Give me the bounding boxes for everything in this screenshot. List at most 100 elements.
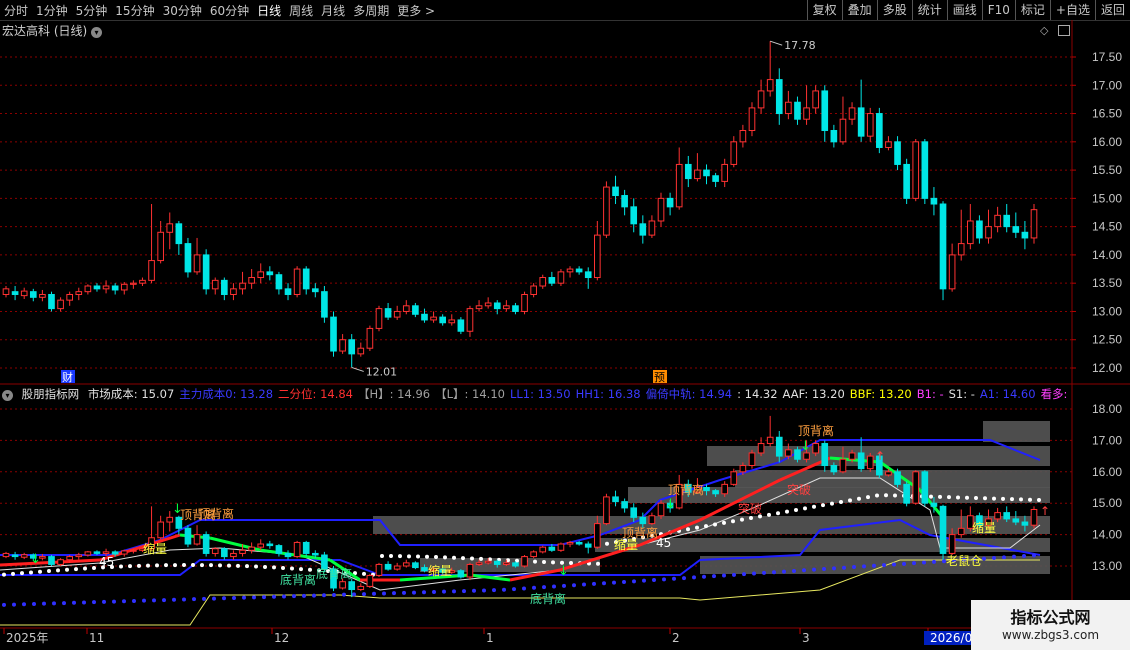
main-cost-dot xyxy=(732,572,736,577)
median-dot xyxy=(299,567,303,572)
main-cost-dot xyxy=(212,596,216,601)
median-dot xyxy=(857,496,861,501)
median-dot xyxy=(92,565,96,570)
mini-candle-body xyxy=(557,543,565,551)
mini-candle-body xyxy=(384,563,392,570)
mini-candle-body xyxy=(575,541,583,545)
candle-body xyxy=(684,163,692,180)
candle-body xyxy=(803,107,810,120)
median-dot xyxy=(146,563,150,568)
mini-candle-body xyxy=(839,458,847,473)
main-cost-dot xyxy=(992,555,996,560)
candle-body xyxy=(621,195,628,208)
main-cost-dot xyxy=(862,564,866,569)
down-arrow-icon: ↓ xyxy=(172,502,183,517)
candle-body xyxy=(976,220,983,239)
main-cost-dot xyxy=(72,600,76,605)
main-cost-dot xyxy=(322,593,326,598)
main-cost-dot xyxy=(382,591,386,596)
median-dot xyxy=(767,512,771,517)
main-cost-dot xyxy=(392,591,396,596)
mini-candle-body xyxy=(257,543,265,548)
candle-body xyxy=(1030,209,1038,239)
median-dot xyxy=(434,555,438,560)
breakout-label: 突破 xyxy=(738,501,762,516)
candle-body xyxy=(894,141,901,165)
mini-candle-body xyxy=(957,527,965,536)
median-dot xyxy=(407,554,411,559)
main-cost-dot xyxy=(912,561,916,566)
price-axis-label: 15.00 xyxy=(1092,191,1122,205)
main-cost-dot xyxy=(292,594,296,599)
kline-chart[interactable]: 17.50 17.00 16.50 16.00 15.50 15.00 14.50 14.00… xyxy=(0,0,1130,650)
price-axis-label: 17.00 xyxy=(1092,78,1122,92)
median-dot xyxy=(722,520,726,525)
main-cost-dot xyxy=(422,590,426,595)
candle-body xyxy=(48,293,55,310)
candle-body xyxy=(948,254,956,290)
mini-candle-body xyxy=(475,562,483,565)
candle-body xyxy=(330,316,337,352)
mini-candle-body xyxy=(1003,512,1011,520)
median-dot xyxy=(1001,496,1005,501)
candle-body xyxy=(930,197,938,205)
top-divergence-label: 顶背离 xyxy=(798,423,834,438)
main-cost-dot xyxy=(482,588,486,593)
mini-candle-body xyxy=(712,490,719,495)
mini-candle-body xyxy=(84,551,92,556)
candle-body xyxy=(903,163,910,199)
main-cost-dot xyxy=(922,560,926,565)
candle-body xyxy=(457,319,465,332)
median-dot xyxy=(956,495,960,500)
mini-candle-body xyxy=(548,546,556,551)
median-dot xyxy=(173,563,177,568)
candle-body xyxy=(557,271,565,284)
main-cost-dot xyxy=(192,597,196,602)
date-label: 11 xyxy=(89,631,104,645)
mini-candle-body xyxy=(266,543,274,547)
candle-body xyxy=(921,141,929,199)
candle-body xyxy=(175,223,183,245)
main-cost-dot xyxy=(352,592,356,597)
median-dot xyxy=(749,516,753,521)
mini-candle-body xyxy=(639,516,647,525)
candle-body xyxy=(157,231,164,262)
main-cost-dot xyxy=(492,588,496,593)
main-cost-dot xyxy=(312,593,316,598)
median-dot xyxy=(839,499,843,504)
mini-candle-body xyxy=(130,549,137,552)
top-divergence-label: 顶背离 xyxy=(198,506,234,521)
candle-body xyxy=(957,243,965,256)
main-cost-dot xyxy=(402,590,406,595)
median-dot xyxy=(1028,497,1032,502)
median-dot xyxy=(182,563,186,568)
candle-body xyxy=(703,169,710,177)
mini-candle-body xyxy=(939,505,947,554)
median-dot xyxy=(83,566,87,571)
candle-body xyxy=(475,305,483,310)
mini-candle-body xyxy=(339,581,346,589)
mini-candle-body xyxy=(994,512,1001,520)
main-cost-dot xyxy=(302,593,306,598)
candle-body xyxy=(675,163,683,208)
mini-candle-body xyxy=(484,560,492,564)
candle-body xyxy=(966,220,974,245)
mini-candle-body xyxy=(812,443,819,454)
main-cost-dot xyxy=(32,601,36,606)
indicator-axis-label: 14.00 xyxy=(1092,528,1122,542)
main-cost-dot xyxy=(632,579,636,584)
mini-candle-body xyxy=(503,562,510,565)
main-cost-dot xyxy=(902,561,906,566)
main-cost-dot xyxy=(1022,554,1026,559)
main-cost-dot xyxy=(542,585,546,590)
main-cost-dot xyxy=(552,584,556,589)
median-dot xyxy=(551,560,555,565)
main-cost-dot xyxy=(802,568,806,573)
indicator-axis-label: 13.00 xyxy=(1092,559,1122,573)
mini-candle-body xyxy=(157,521,164,539)
candle-body xyxy=(912,141,920,199)
candle-body xyxy=(275,274,283,290)
mini-candle-body xyxy=(102,551,110,554)
median-dot xyxy=(686,527,690,532)
mini-candle-body xyxy=(166,516,174,523)
